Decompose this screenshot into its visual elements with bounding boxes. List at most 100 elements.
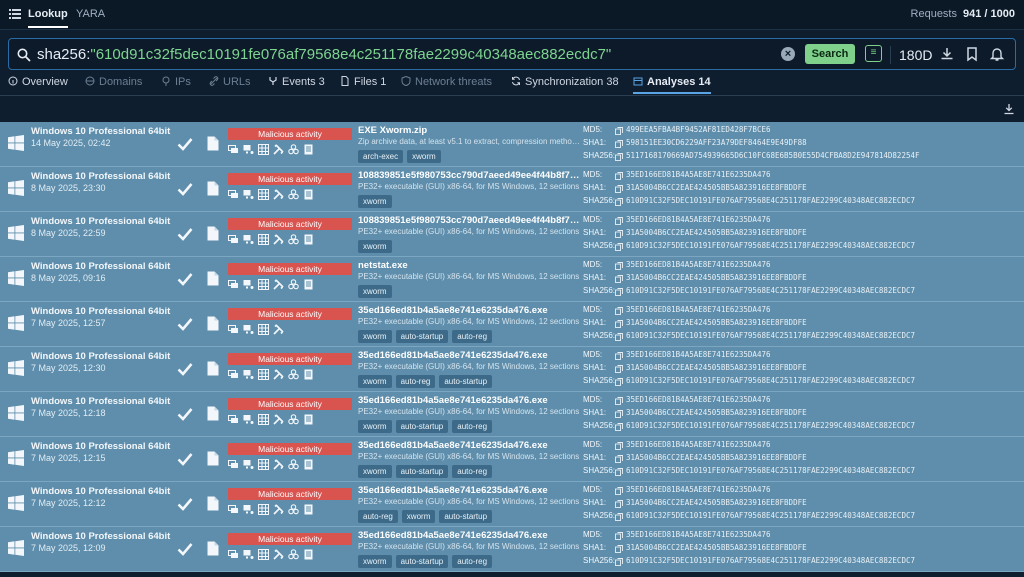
copy-icon[interactable] bbox=[615, 513, 623, 521]
report-icon[interactable] bbox=[303, 414, 314, 425]
copy-icon[interactable] bbox=[615, 410, 623, 418]
grid-icon[interactable] bbox=[258, 369, 269, 380]
tag-badge[interactable]: auto-startup bbox=[395, 465, 449, 478]
network-icon[interactable] bbox=[243, 279, 254, 290]
tools-icon[interactable] bbox=[273, 459, 284, 470]
network-icon[interactable] bbox=[243, 369, 254, 380]
biohazard-icon[interactable] bbox=[288, 504, 299, 515]
grid-icon[interactable] bbox=[258, 279, 269, 290]
tools-icon[interactable] bbox=[273, 369, 284, 380]
tag-badge[interactable]: xworm bbox=[358, 240, 392, 253]
copy-icon[interactable] bbox=[615, 333, 623, 341]
search-input[interactable]: sha256:"610d91c32f5dec10191fe076af79568e… bbox=[8, 38, 1016, 70]
tab-yara[interactable]: YARA bbox=[76, 8, 105, 20]
tools-icon[interactable] bbox=[273, 144, 284, 155]
network-icon[interactable] bbox=[243, 414, 254, 425]
screenshot-icon[interactable] bbox=[228, 459, 239, 470]
menu-icon[interactable] bbox=[9, 8, 21, 20]
copy-icon[interactable] bbox=[615, 455, 623, 463]
screenshot-icon[interactable] bbox=[228, 369, 239, 380]
network-icon[interactable] bbox=[243, 324, 254, 335]
copy-icon[interactable] bbox=[615, 153, 623, 161]
tag-badge[interactable]: auto-reg bbox=[452, 465, 493, 478]
copy-icon[interactable] bbox=[615, 397, 623, 405]
tag-badge[interactable]: xworm bbox=[358, 330, 392, 343]
report-icon[interactable] bbox=[303, 459, 314, 470]
tag-badge[interactable]: arch-exec bbox=[358, 150, 404, 163]
tools-icon[interactable] bbox=[273, 549, 284, 560]
tag-badge[interactable]: auto-reg bbox=[452, 420, 493, 433]
report-icon[interactable] bbox=[303, 279, 314, 290]
tag-badge[interactable]: xworm bbox=[358, 555, 392, 568]
tools-icon[interactable] bbox=[273, 504, 284, 515]
grid-icon[interactable] bbox=[258, 459, 269, 470]
screenshot-icon[interactable] bbox=[228, 234, 239, 245]
tools-icon[interactable] bbox=[273, 324, 284, 335]
grid-icon[interactable] bbox=[258, 549, 269, 560]
network-icon[interactable] bbox=[243, 234, 254, 245]
tag-badge[interactable]: auto-reg bbox=[358, 510, 398, 523]
tab-network-threats[interactable]: Network threats bbox=[401, 76, 492, 88]
report-icon[interactable] bbox=[303, 189, 314, 200]
network-icon[interactable] bbox=[243, 504, 254, 515]
screenshot-icon[interactable] bbox=[228, 144, 239, 155]
screenshot-icon[interactable] bbox=[228, 414, 239, 425]
biohazard-icon[interactable] bbox=[288, 144, 299, 155]
file-name[interactable]: 35ed166ed81b4a5ae8e741e6235da476.exe bbox=[358, 305, 580, 316]
report-icon[interactable] bbox=[303, 144, 314, 155]
network-icon[interactable] bbox=[243, 459, 254, 470]
network-icon[interactable] bbox=[243, 144, 254, 155]
tag-badge[interactable]: auto-startup bbox=[439, 510, 493, 523]
analysis-row[interactable]: Windows 10 Professional 64bit 7 May 2025… bbox=[0, 302, 1024, 347]
copy-icon[interactable] bbox=[615, 352, 623, 360]
analysis-row[interactable]: Windows 10 Professional 64bit 8 May 2025… bbox=[0, 257, 1024, 302]
copy-icon[interactable] bbox=[615, 468, 623, 476]
analysis-row[interactable]: Windows 10 Professional 64bit 14 May 202… bbox=[0, 122, 1024, 167]
search-button[interactable]: Search bbox=[805, 44, 855, 64]
tag-badge[interactable]: xworm bbox=[358, 285, 392, 298]
copy-icon[interactable] bbox=[615, 423, 623, 431]
copy-icon[interactable] bbox=[615, 500, 623, 508]
copy-icon[interactable] bbox=[615, 230, 623, 238]
report-icon[interactable] bbox=[303, 504, 314, 515]
tag-badge[interactable]: auto-reg bbox=[452, 555, 493, 568]
network-icon[interactable] bbox=[243, 549, 254, 560]
copy-icon[interactable] bbox=[615, 243, 623, 251]
analysis-row[interactable]: Windows 10 Professional 64bit 8 May 2025… bbox=[0, 212, 1024, 257]
copy-icon[interactable] bbox=[615, 378, 623, 386]
tag-badge[interactable]: auto-reg bbox=[452, 330, 493, 343]
copy-icon[interactable] bbox=[615, 198, 623, 206]
tab-analyses[interactable]: Analyses 14 bbox=[633, 76, 711, 94]
grid-icon[interactable] bbox=[258, 324, 269, 335]
copy-icon[interactable] bbox=[615, 558, 623, 566]
tools-icon[interactable] bbox=[273, 189, 284, 200]
tools-icon[interactable] bbox=[273, 414, 284, 425]
network-icon[interactable] bbox=[243, 189, 254, 200]
tab-files[interactable]: Files 1 bbox=[340, 76, 386, 88]
tag-badge[interactable]: xworm bbox=[358, 195, 392, 208]
analysis-row[interactable]: Windows 10 Professional 64bit 8 May 2025… bbox=[0, 167, 1024, 212]
file-name[interactable]: 35ed166ed81b4a5ae8e741e6235da476.exe bbox=[358, 440, 580, 451]
tag-badge[interactable]: auto-startup bbox=[439, 375, 493, 388]
copy-icon[interactable] bbox=[615, 217, 623, 225]
tab-ips[interactable]: IPs bbox=[161, 76, 191, 88]
grid-icon[interactable] bbox=[258, 189, 269, 200]
file-name[interactable]: 35ed166ed81b4a5ae8e741e6235da476.exe bbox=[358, 350, 580, 361]
biohazard-icon[interactable] bbox=[288, 414, 299, 425]
biohazard-icon[interactable] bbox=[288, 189, 299, 200]
file-name[interactable]: EXE Xworm.zip bbox=[358, 125, 580, 136]
tag-badge[interactable]: auto-startup bbox=[395, 330, 449, 343]
tab-synchronization[interactable]: Synchronization 38 bbox=[511, 76, 619, 88]
copy-icon[interactable] bbox=[615, 545, 623, 553]
analysis-row[interactable]: Windows 10 Professional 64bit 7 May 2025… bbox=[0, 482, 1024, 527]
file-name[interactable]: 35ed166ed81b4a5ae8e741e6235da476.exe bbox=[358, 530, 580, 541]
file-name[interactable]: netstat.exe bbox=[358, 260, 580, 271]
export-download-icon[interactable] bbox=[1003, 103, 1015, 115]
analysis-row[interactable]: Windows 10 Professional 64bit 7 May 2025… bbox=[0, 347, 1024, 392]
tab-lookup[interactable]: Lookup bbox=[28, 8, 68, 28]
tab-overview[interactable]: Overview bbox=[8, 76, 68, 88]
tag-badge[interactable]: xworm bbox=[401, 510, 436, 523]
screenshot-icon[interactable] bbox=[228, 549, 239, 560]
analysis-row[interactable]: Windows 10 Professional 64bit 7 May 2025… bbox=[0, 392, 1024, 437]
tab-urls[interactable]: URLs bbox=[209, 76, 251, 88]
